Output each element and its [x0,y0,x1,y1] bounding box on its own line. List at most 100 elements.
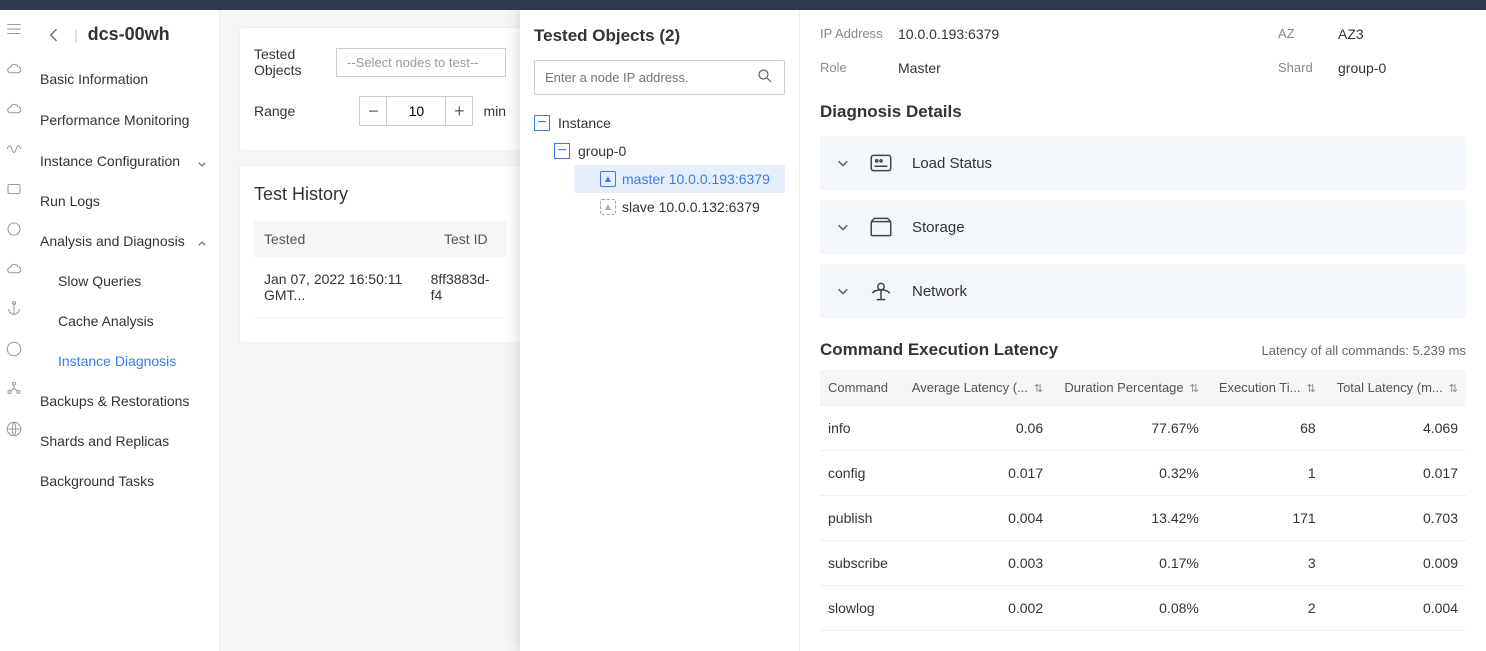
nav-instance-diagnosis[interactable]: Instance Diagnosis [40,341,219,381]
col-exec-times[interactable]: Execution Ti...⇅ [1207,370,1324,406]
nav-instance-config[interactable]: Instance Configuration [40,141,219,181]
nav-label: Shards and Replicas [40,433,169,449]
cell-avg: 0.003 [899,541,1052,586]
shard-label: Shard [1278,60,1338,76]
collapse-icon[interactable]: − [554,143,570,159]
globe-icon[interactable] [5,420,23,438]
chevron-down-icon [197,156,207,166]
nav-label: Instance Configuration [40,153,180,169]
latency-row: subscribe0.0030.17%30.009 [820,541,1466,586]
node-search-input[interactable] [545,70,756,85]
anchor-icon[interactable] [5,300,23,318]
icon-rail [0,10,28,651]
range-plus-button[interactable]: + [445,96,473,126]
breadcrumb: | dcs-00wh [40,18,219,59]
az-label: AZ [1278,26,1338,42]
accordion-network[interactable]: Network [820,264,1466,318]
tree-master-node[interactable]: ▲ master 10.0.0.193:6379 [574,165,785,193]
sort-icon[interactable]: ⇅ [1306,383,1315,395]
cell-total: 4.069 [1324,406,1466,451]
col-duration-pct[interactable]: Duration Percentage⇅ [1051,370,1207,406]
cell-command: subscribe [820,541,899,586]
role-label: Role [820,60,898,76]
circle-icon[interactable] [5,220,23,238]
cell-avg: 0.06 [899,406,1052,451]
sort-icon[interactable]: ⇅ [1034,383,1043,395]
cell-exec: 68 [1207,406,1324,451]
master-icon: ▲ [600,171,616,187]
breadcrumb-sep: | [74,27,78,43]
cell-command: publish [820,496,899,541]
nav-backups-restorations[interactable]: Backups & Restorations [40,381,219,421]
latency-summary: Latency of all commands: 5.239 ms [1262,343,1467,358]
wave-icon[interactable] [5,140,23,158]
nav-label: Analysis and Diagnosis [40,233,185,249]
accordion-label: Storage [912,219,965,236]
tested-objects-tree: Tested Objects (2) − Instance − group-0 … [520,10,800,651]
latency-row: info0.0677.67%684.069 [820,406,1466,451]
tree-group[interactable]: − group-0 [554,137,785,165]
collapse-icon[interactable]: − [534,115,550,131]
cell-total: 0.004 [1324,586,1466,631]
network-icon [868,278,894,304]
nav-slow-queries[interactable]: Slow Queries [40,261,219,301]
cell-pct: 0.17% [1051,541,1207,586]
cell-avg: 0.017 [899,451,1052,496]
node-search[interactable] [534,60,785,95]
nav-label: Cache Analysis [58,313,154,329]
nav-label: Instance Diagnosis [58,353,176,369]
cloud-icon[interactable] [5,60,23,78]
accordion-load-status[interactable]: Load Status [820,136,1466,190]
tree-slave-label: slave 10.0.0.132:6379 [622,199,760,215]
menu-icon[interactable] [5,20,23,38]
app-frame: | dcs-00wh Basic Information Performance… [0,10,1486,651]
tree-group-label: group-0 [578,143,626,159]
nav-shards-replicas[interactable]: Shards and Replicas [40,421,219,461]
storage-icon [868,214,894,240]
cell-total: 0.703 [1324,496,1466,541]
box-icon[interactable] [5,180,23,198]
node-icon[interactable] [5,380,23,398]
nav-run-logs[interactable]: Run Logs [40,181,219,221]
latency-row: publish0.00413.42%1710.703 [820,496,1466,541]
nav-analysis-diagnosis[interactable]: Analysis and Diagnosis [40,221,219,261]
chevron-down-icon [836,220,850,234]
tested-objects-select[interactable]: --Select nodes to test-- [336,48,506,77]
nav-label: Performance Monitoring [40,111,189,129]
tree-title: Tested Objects (2) [534,26,785,46]
back-icon[interactable] [44,25,64,45]
sort-icon[interactable]: ⇅ [1190,383,1199,395]
nav-cache-analysis[interactable]: Cache Analysis [40,301,219,341]
tree-slave-node[interactable]: ▲ slave 10.0.0.132:6379 [574,193,785,221]
history-header-row: Tested Test ID [254,221,506,257]
cloud-icon[interactable] [5,100,23,118]
col-avg-latency[interactable]: Average Latency (...⇅ [899,370,1052,406]
ip-label: IP Address [820,26,898,42]
nav-background-tasks[interactable]: Background Tasks [40,461,219,501]
nav-perf-monitoring[interactable]: Performance Monitoring [40,99,219,141]
range-minus-button[interactable]: − [359,96,387,126]
cloud-icon[interactable] [5,260,23,278]
test-history-card: Test History Tested Test ID Jan 07, 2022… [240,166,520,342]
top-bar [0,0,1486,10]
test-form-card: Tested Objects --Select nodes to test-- … [240,28,520,150]
col-command[interactable]: Command [820,370,899,406]
nav-basic-info[interactable]: Basic Information [40,59,219,99]
history-row[interactable]: Jan 07, 2022 16:50:11 GMT... 8ff3883d-f4 [254,257,506,318]
range-input[interactable] [387,96,445,126]
cell-tested: Jan 07, 2022 16:50:11 GMT... [264,271,431,303]
tested-objects-label: Tested Objects [254,46,336,78]
tree-root[interactable]: − Instance [534,109,785,137]
ip-value: 10.0.0.193:6379 [898,26,1098,42]
node-summary: IP Address 10.0.0.193:6379 AZ AZ3 Role M… [820,26,1466,76]
az-value: AZ3 [1338,26,1458,42]
slave-icon: ▲ [600,199,616,215]
cell-pct: 0.08% [1051,586,1207,631]
ip-icon[interactable] [5,340,23,358]
sort-icon[interactable]: ⇅ [1449,383,1458,395]
col-total-latency[interactable]: Total Latency (m...⇅ [1324,370,1466,406]
range-unit: min [483,103,506,119]
accordion-storage[interactable]: Storage [820,200,1466,254]
instance-name: dcs-00wh [88,24,170,45]
accordion-label: Load Status [912,155,992,172]
